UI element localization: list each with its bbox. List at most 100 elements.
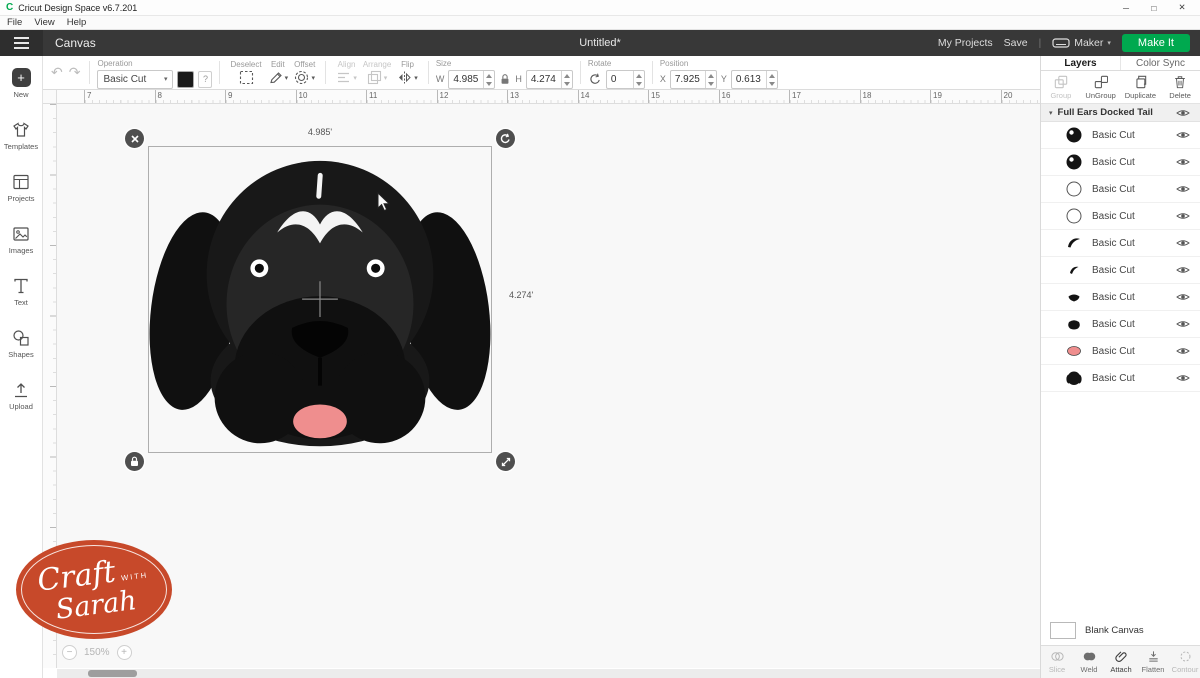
visibility-eye-icon[interactable]: [1176, 373, 1190, 383]
layer-row[interactable]: Basic Cut: [1041, 257, 1200, 284]
width-input[interactable]: 4.985: [448, 70, 495, 89]
position-y-input[interactable]: 0.613: [731, 70, 778, 89]
layer-row[interactable]: Basic Cut: [1041, 284, 1200, 311]
machine-selector[interactable]: Maker ▾: [1052, 37, 1111, 49]
weld-button[interactable]: Weld: [1073, 646, 1105, 678]
save-button[interactable]: Save: [1004, 37, 1028, 49]
lock-handle[interactable]: [125, 452, 144, 471]
edit-button[interactable]: Edit ▾: [265, 56, 292, 89]
close-icon[interactable]: ✕: [1170, 1, 1194, 15]
delete-button[interactable]: Delete: [1160, 71, 1200, 103]
new-plus-icon: +: [12, 68, 31, 87]
layer-group-header[interactable]: ▾ Full Ears Docked Tail: [1041, 104, 1200, 122]
height-stepper[interactable]: [561, 71, 572, 88]
canvas-surface[interactable]: 4.985' 4.274': [57, 104, 1040, 668]
ruler-tick: 17: [792, 91, 801, 100]
ruler-tick: 12: [440, 91, 449, 100]
sidebar-item-images[interactable]: Images: [9, 225, 34, 255]
sidebar-item-upload[interactable]: Upload: [9, 381, 33, 411]
visibility-eye-icon[interactable]: [1176, 211, 1190, 221]
visibility-eye-icon[interactable]: [1176, 184, 1190, 194]
attach-button[interactable]: Attach: [1105, 646, 1137, 678]
ruler-tick: 11: [369, 91, 377, 100]
position-x-input[interactable]: 7.925: [670, 70, 717, 89]
visibility-eye-icon[interactable]: [1176, 265, 1190, 275]
undo-icon[interactable]: ↶: [51, 64, 63, 81]
horizontal-scrollbar[interactable]: [57, 669, 1040, 678]
minimize-icon[interactable]: ─: [1114, 1, 1138, 15]
tab-layers[interactable]: Layers: [1041, 56, 1120, 70]
duplicate-button[interactable]: Duplicate: [1121, 71, 1161, 103]
rotate-handle[interactable]: [496, 129, 515, 148]
swatch-help-box[interactable]: ?: [198, 71, 212, 88]
arrange-button[interactable]: Arrange ▾: [360, 56, 394, 89]
menu-view[interactable]: View: [34, 17, 54, 28]
layer-operation-label: Basic Cut: [1092, 373, 1167, 384]
menu-help[interactable]: Help: [67, 17, 87, 28]
canvas-color-swatch[interactable]: [1050, 622, 1076, 639]
visibility-eye-icon[interactable]: [1176, 108, 1190, 118]
remove-handle[interactable]: [125, 129, 144, 148]
layer-row[interactable]: Basic Cut: [1041, 230, 1200, 257]
align-button[interactable]: Align ▾: [333, 56, 360, 89]
my-projects-link[interactable]: My Projects: [938, 37, 993, 49]
visibility-eye-icon[interactable]: [1176, 130, 1190, 140]
redo-icon[interactable]: ↷: [69, 64, 81, 81]
size-lock-icon[interactable]: [499, 72, 511, 86]
position-y-stepper[interactable]: [766, 71, 777, 88]
flatten-button[interactable]: Flatten: [1137, 646, 1169, 678]
layer-row[interactable]: Basic Cut: [1041, 311, 1200, 338]
layer-row[interactable]: Basic Cut: [1041, 176, 1200, 203]
rotate-input[interactable]: 0: [606, 70, 645, 89]
layer-row[interactable]: Basic Cut: [1041, 338, 1200, 365]
ruler-tick: 18: [863, 91, 872, 100]
make-it-button[interactable]: Make It: [1122, 34, 1190, 52]
ungroup-button[interactable]: UnGroup: [1081, 71, 1121, 103]
sidebar-item-text[interactable]: Text: [12, 277, 30, 307]
logo-word-craft: Craft: [36, 557, 117, 596]
selection-bounding-box[interactable]: [148, 146, 492, 453]
visibility-eye-icon[interactable]: [1176, 292, 1190, 302]
sidebar-item-shapes[interactable]: Shapes: [8, 329, 33, 359]
operation-select[interactable]: Basic Cut ▾: [97, 70, 173, 89]
visibility-eye-icon[interactable]: [1176, 157, 1190, 167]
tab-color-sync[interactable]: Color Sync: [1120, 56, 1200, 70]
sidebar-item-new[interactable]: + New: [12, 68, 31, 99]
layer-row[interactable]: Basic Cut: [1041, 365, 1200, 392]
sidebar-item-projects[interactable]: Projects: [7, 173, 34, 203]
flip-button[interactable]: Flip ▾: [394, 56, 421, 89]
deselect-button[interactable]: Deselect: [227, 56, 264, 89]
layer-row[interactable]: Basic Cut: [1041, 122, 1200, 149]
scrollbar-thumb[interactable]: [88, 670, 137, 677]
hamburger-menu-icon[interactable]: [0, 30, 43, 56]
resize-handle[interactable]: [496, 452, 515, 471]
selected-image-dog-face[interactable]: [149, 147, 491, 452]
cricut-design-space-window: C Cricut Design Space v6.7.201 ─ □ ✕ Fil…: [0, 0, 1200, 678]
position-x-stepper[interactable]: [705, 71, 716, 88]
position-x-value: 7.925: [671, 71, 705, 88]
visibility-eye-icon[interactable]: [1176, 238, 1190, 248]
maximize-icon[interactable]: □: [1142, 1, 1166, 15]
logo-word-sarah: Sarah: [39, 585, 152, 625]
height-input[interactable]: 4.274: [526, 70, 573, 89]
color-swatch[interactable]: [177, 71, 194, 88]
layer-thumbnail-eye-pupil-icon: [1065, 153, 1083, 171]
blank-canvas-row[interactable]: Blank Canvas: [1041, 615, 1200, 645]
width-stepper[interactable]: [483, 71, 494, 88]
sidebar-item-templates[interactable]: Templates: [4, 121, 38, 151]
zoom-out-button[interactable]: −: [62, 645, 77, 660]
rotate-icon[interactable]: [588, 72, 602, 86]
menu-file[interactable]: File: [7, 17, 22, 28]
visibility-eye-icon[interactable]: [1176, 346, 1190, 356]
zoom-in-button[interactable]: +: [117, 645, 132, 660]
contour-button[interactable]: Contour: [1169, 646, 1200, 678]
group-button[interactable]: Group: [1041, 71, 1081, 103]
visibility-eye-icon[interactable]: [1176, 319, 1190, 329]
collapse-caret-icon[interactable]: ▾: [1049, 109, 1053, 117]
slice-button[interactable]: Slice: [1041, 646, 1073, 678]
layer-thumbnail-eyebrow-icon: [1065, 234, 1083, 252]
offset-button[interactable]: Offset ▾: [291, 56, 318, 89]
layer-row[interactable]: Basic Cut: [1041, 149, 1200, 176]
layer-row[interactable]: Basic Cut: [1041, 203, 1200, 230]
rotate-stepper[interactable]: [633, 71, 644, 88]
